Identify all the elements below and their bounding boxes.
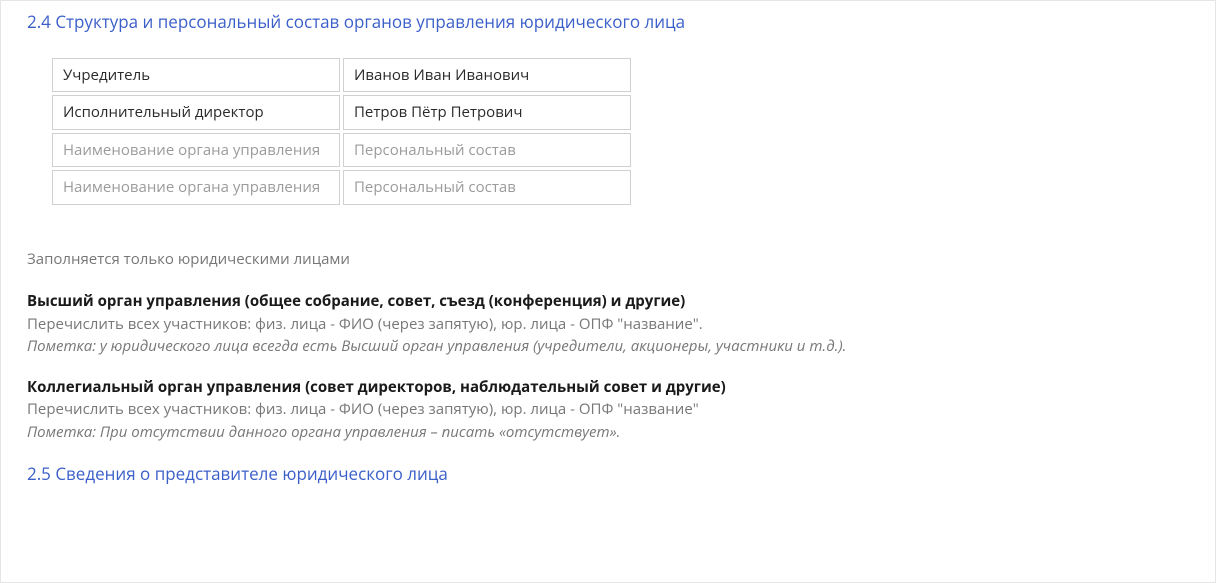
table-row: Исполнительный директорПетров Пётр Петро… bbox=[52, 95, 631, 130]
legal-entity-note: Заполняется только юридическими лицами bbox=[27, 248, 1189, 271]
table-row: УчредительИванов Иван Иванович bbox=[52, 58, 631, 93]
collegial-body-title: Коллегиальный орган управления (совет ди… bbox=[27, 376, 1189, 399]
org-body-name-cell[interactable]: Исполнительный директор bbox=[52, 95, 340, 130]
personnel-cell[interactable]: Иванов Иван Иванович bbox=[343, 58, 631, 93]
supreme-body-hint: Пометка: у юридического лица всегда есть… bbox=[27, 335, 1189, 358]
collegial-body-hint: Пометка: При отсутствии данного органа у… bbox=[27, 421, 1189, 444]
table-row: Наименование органа управленияПерсональн… bbox=[52, 170, 631, 205]
supreme-body-title: Высший орган управления (общее собрание,… bbox=[27, 290, 1189, 313]
personnel-cell[interactable]: Петров Пётр Петрович bbox=[343, 95, 631, 130]
supreme-body-block: Высший орган управления (общее собрание,… bbox=[27, 290, 1189, 358]
supreme-body-desc: Перечислить всех участников: физ. лица -… bbox=[27, 313, 1189, 336]
personnel-placeholder[interactable]: Персональный состав bbox=[343, 170, 631, 205]
table-row: Наименование органа управленияПерсональн… bbox=[52, 133, 631, 168]
org-structure-table: УчредительИванов Иван ИвановичИсполнител… bbox=[49, 55, 634, 208]
section-2-4-heading[interactable]: 2.4 Структура и персональный состав орга… bbox=[27, 9, 1189, 35]
org-structure-table-wrap: УчредительИванов Иван ИвановичИсполнител… bbox=[49, 55, 1189, 208]
org-body-name-cell[interactable]: Учредитель bbox=[52, 58, 340, 93]
collegial-body-desc: Перечислить всех участников: физ. лица -… bbox=[27, 398, 1189, 421]
org-body-name-placeholder[interactable]: Наименование органа управления bbox=[52, 133, 340, 168]
section-2-5-heading[interactable]: 2.5 Сведения о представителе юридическог… bbox=[27, 461, 1189, 487]
personnel-placeholder[interactable]: Персональный состав bbox=[343, 133, 631, 168]
org-body-name-placeholder[interactable]: Наименование органа управления bbox=[52, 170, 340, 205]
collegial-body-block: Коллегиальный орган управления (совет ди… bbox=[27, 376, 1189, 444]
